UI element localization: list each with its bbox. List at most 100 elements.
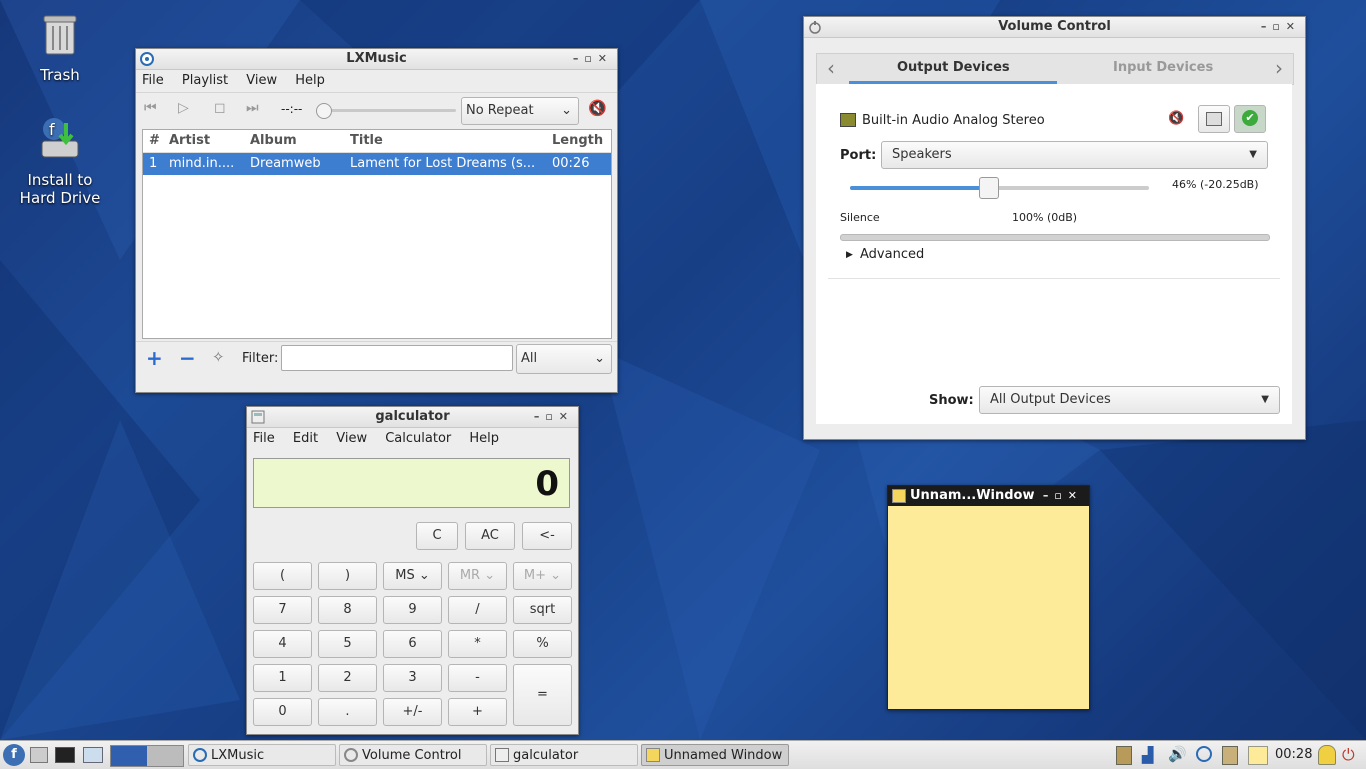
memory-recall-button[interactable]: MR ⌄ — [448, 562, 507, 590]
subtract-button[interactable]: - — [448, 664, 507, 692]
stop-icon[interactable]: ◻ — [214, 100, 226, 116]
sign-toggle-button[interactable]: +/- — [383, 698, 442, 726]
clear-playlist-icon[interactable]: ✧ — [212, 348, 225, 366]
digit-5-button[interactable]: 5 — [318, 630, 377, 658]
filter-scope-select[interactable]: All ⌄ — [516, 344, 612, 374]
close-paren-button[interactable]: ) — [318, 562, 377, 590]
percent-button[interactable]: % — [513, 630, 572, 658]
device-mute-icon[interactable]: 🔇 — [1168, 111, 1184, 126]
start-menu-button[interactable]: f — [3, 744, 25, 766]
music-tray-icon[interactable] — [1196, 746, 1212, 762]
minimize-icon[interactable]: – — [1043, 489, 1055, 502]
advanced-expander[interactable]: Advanced — [860, 247, 924, 262]
next-track-icon[interactable]: ⏭ — [246, 100, 259, 116]
previous-track-icon[interactable]: ⏮ — [144, 100, 157, 116]
workspace-switcher[interactable] — [110, 745, 184, 767]
column-header-title[interactable]: Title — [350, 130, 383, 152]
add-button[interactable]: + — [448, 698, 507, 726]
workspace-1[interactable] — [111, 746, 147, 766]
menu-view[interactable]: View — [336, 431, 367, 446]
task-unnamed-window[interactable]: Unnamed Window — [641, 744, 789, 766]
memory-store-button[interactable]: MS ⌄ — [383, 562, 442, 590]
decimal-point-button[interactable]: . — [318, 698, 377, 726]
trash-desktop-icon[interactable]: Trash — [10, 10, 110, 84]
clipboard-tray-icon[interactable] — [1116, 746, 1132, 765]
notification-icon[interactable] — [1318, 745, 1336, 765]
all-clear-button[interactable]: AC — [465, 522, 515, 550]
task-galculator[interactable]: galculator — [490, 744, 638, 766]
volume-slider[interactable] — [850, 177, 1149, 199]
column-header-number[interactable]: # — [149, 130, 160, 152]
column-header-length[interactable]: Length — [552, 130, 603, 152]
tab-scroll-right-icon[interactable]: › — [1275, 56, 1283, 80]
maximize-icon[interactable]: ▫ — [1272, 20, 1285, 33]
minimize-icon[interactable]: – — [534, 410, 546, 423]
digit-8-button[interactable]: 8 — [318, 596, 377, 624]
digit-9-button[interactable]: 9 — [383, 596, 442, 624]
column-header-artist[interactable]: Artist — [169, 130, 210, 152]
show-select[interactable]: All Output Devices ▼ — [979, 386, 1280, 414]
menu-help[interactable]: Help — [469, 431, 499, 446]
sqrt-button[interactable]: sqrt — [513, 596, 572, 624]
divide-button[interactable]: / — [448, 596, 507, 624]
digit-1-button[interactable]: 1 — [253, 664, 312, 692]
menu-help[interactable]: Help — [295, 73, 325, 88]
volume-slider-handle[interactable] — [978, 177, 999, 199]
lxmusic-titlebar[interactable]: LXMusic –▫✕ — [136, 49, 617, 70]
menu-file[interactable]: File — [253, 431, 275, 446]
play-icon[interactable]: ▷ — [178, 100, 189, 116]
multiply-button[interactable]: * — [448, 630, 507, 658]
sticky-note-body[interactable] — [888, 507, 1089, 709]
repeat-select[interactable]: No Repeat ⌄ — [461, 97, 579, 125]
menu-edit[interactable]: Edit — [293, 431, 318, 446]
digit-7-button[interactable]: 7 — [253, 596, 312, 624]
show-desktop-icon[interactable] — [83, 747, 103, 763]
sticky-note-titlebar[interactable]: Unnam...Window –▫✕ — [888, 486, 1089, 506]
digit-0-button[interactable]: 0 — [253, 698, 312, 726]
maximize-icon[interactable]: ▫ — [1054, 489, 1067, 502]
clipboard-manager-tray-icon[interactable] — [1222, 746, 1238, 765]
seek-slider-handle[interactable] — [316, 103, 332, 119]
close-icon[interactable]: ✕ — [598, 52, 613, 65]
add-icon[interactable]: + — [146, 346, 163, 370]
open-paren-button[interactable]: ( — [253, 562, 312, 590]
minimize-icon[interactable]: – — [573, 52, 585, 65]
filter-input[interactable] — [281, 345, 513, 371]
sticky-notes-tray-icon[interactable] — [1248, 746, 1268, 765]
digit-3-button[interactable]: 3 — [383, 664, 442, 692]
menu-view[interactable]: View — [246, 73, 277, 88]
menu-calculator[interactable]: Calculator — [385, 431, 451, 446]
clear-button[interactable]: C — [416, 522, 458, 550]
galculator-titlebar[interactable]: galculator –▫✕ — [247, 407, 578, 428]
menu-playlist[interactable]: Playlist — [182, 73, 228, 88]
port-select[interactable]: Speakers ▼ — [881, 141, 1268, 169]
column-header-album[interactable]: Album — [250, 130, 297, 152]
tab-input-devices[interactable]: Input Devices — [1113, 60, 1213, 75]
network-tray-icon[interactable]: ▟ — [1142, 746, 1154, 764]
install-desktop-icon[interactable]: f Install to Hard Drive — [10, 115, 110, 207]
volume-muted-icon[interactable]: 🔇 — [588, 99, 607, 117]
task-lxmusic[interactable]: LXMusic — [188, 744, 336, 766]
memory-add-button[interactable]: M+ ⌄ — [513, 562, 572, 590]
close-icon[interactable]: ✕ — [559, 410, 574, 423]
logout-icon[interactable]: ⏻ — [1342, 745, 1355, 765]
digit-2-button[interactable]: 2 — [318, 664, 377, 692]
digit-4-button[interactable]: 4 — [253, 630, 312, 658]
table-row[interactable]: 1 mind.in.... Dreamweb Lament for Lost D… — [143, 153, 611, 175]
lock-channels-button[interactable] — [1198, 105, 1230, 133]
file-manager-icon[interactable] — [30, 747, 48, 763]
minimize-icon[interactable]: – — [1261, 20, 1273, 33]
volume-titlebar[interactable]: Volume Control –▫✕ — [804, 17, 1305, 38]
remove-icon[interactable]: − — [179, 346, 196, 370]
clock[interactable]: 00:28 — [1275, 747, 1312, 762]
close-icon[interactable]: ✕ — [1286, 20, 1301, 33]
seek-slider[interactable] — [316, 103, 456, 119]
terminal-icon[interactable] — [55, 747, 75, 763]
close-icon[interactable]: ✕ — [1068, 489, 1083, 502]
task-volume-control[interactable]: Volume Control — [339, 744, 487, 766]
expander-arrow-icon[interactable]: ▶ — [846, 250, 853, 260]
set-default-button[interactable]: ✔ — [1234, 105, 1266, 133]
backspace-button[interactable]: <- — [522, 522, 572, 550]
tab-output-devices[interactable]: Output Devices — [897, 60, 1010, 75]
workspace-2[interactable] — [147, 746, 183, 766]
